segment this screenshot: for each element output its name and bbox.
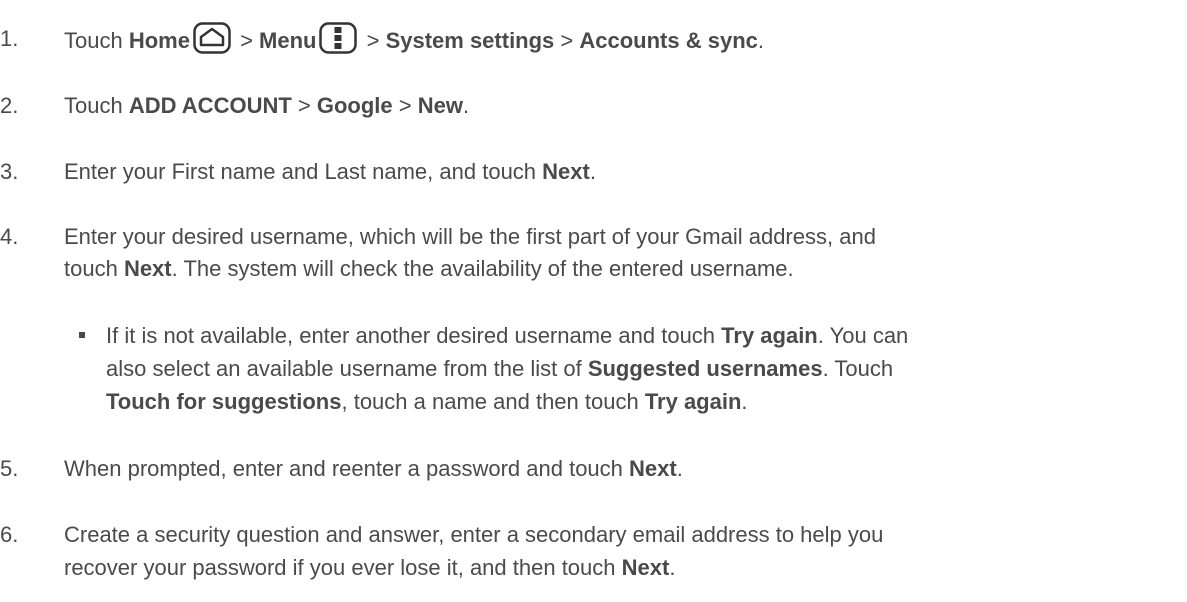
try-again-label: Try again [721, 323, 818, 348]
next-label: Next [629, 456, 677, 481]
step-text-line-1: Enter your desired username, which will … [64, 224, 876, 249]
step-text-line-1: Create a security question and answer, e… [64, 522, 884, 547]
suggested-usernames-label: Suggested usernames [587, 356, 823, 381]
menu-label: Menu [259, 28, 317, 53]
bullet-text-line-1: If it is not available, enter another de… [106, 323, 909, 348]
step-number: 4. [0, 224, 19, 249]
try-again-label: Try again [644, 389, 742, 414]
step-number: 2. [0, 93, 19, 118]
bullet-text-line-2: also select an available username from t… [106, 356, 894, 381]
instruction-document: 1. Touch Home > Menu > System settings >… [0, 0, 1187, 602]
step-number: 5. [0, 456, 19, 481]
home-icon [193, 22, 231, 54]
step-text-line-2: recover your password if you ever lose i… [64, 555, 676, 580]
google-label: Google [316, 93, 393, 118]
step-text: Touch ADD ACCOUNT > Google > New. [64, 93, 470, 118]
step-text-line-2: touch Next. The system will check the av… [64, 256, 794, 281]
step-number: 3. [0, 159, 19, 184]
home-label: Home [128, 28, 190, 53]
next-label: Next [542, 159, 590, 184]
step-number: 1. [0, 26, 19, 51]
next-label: Next [621, 555, 670, 580]
step-text: Enter your First name and Last name, and… [64, 159, 596, 184]
system-settings-label: System settings [385, 28, 555, 53]
step-text: Touch Home > Menu > System settings > Ac… [64, 22, 1174, 57]
add-account-label: ADD ACCOUNT [128, 93, 292, 118]
bullet-text-line-3: Touch for suggestions, touch a name and … [106, 389, 748, 414]
step-number: 6. [0, 522, 19, 547]
menu-icon [319, 22, 358, 54]
new-label: New [417, 93, 463, 118]
touch-for-suggestions-label: Touch for suggestions [106, 389, 342, 414]
next-label: Next [123, 256, 172, 281]
accounts-sync-label: Accounts & sync [579, 28, 758, 53]
step-text: When prompted, enter and reenter a passw… [64, 456, 683, 481]
bullet-marker [79, 332, 85, 338]
